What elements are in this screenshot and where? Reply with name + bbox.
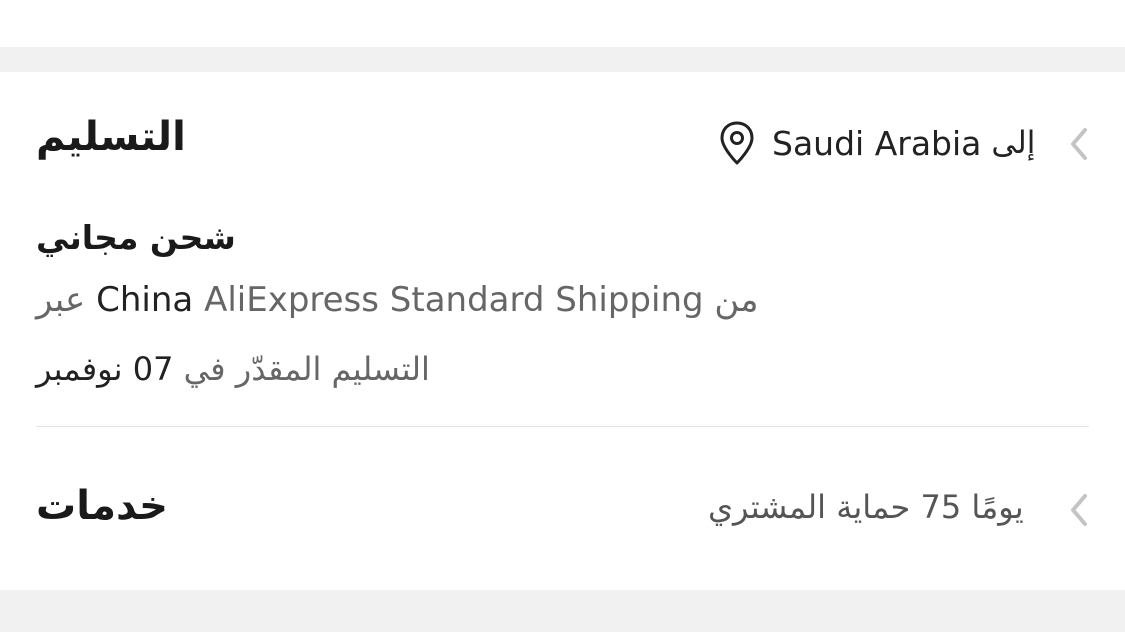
section-separator [0, 590, 1125, 632]
from-label: من [714, 280, 759, 320]
destination-prefix: إلى [991, 125, 1036, 161]
buyer-protection[interactable]: يومًا 75 حماية المشتري [708, 488, 1024, 526]
chevron-left-icon[interactable] [1068, 126, 1090, 162]
estimate-month: نوفمبر [36, 350, 123, 388]
via-label: عبر [36, 280, 86, 320]
chevron-left-icon[interactable] [1068, 492, 1090, 528]
destination-country: Saudi Arabia [772, 123, 982, 163]
estimate-day: 07 [132, 350, 174, 388]
shipping-method-line: عبر China AliExpress Standard Shipping م… [36, 280, 759, 320]
estimate-label: التسليم المقدّر في [183, 350, 430, 388]
services-title: خدمات [36, 483, 168, 529]
protection-prefix: حماية المشتري [708, 488, 911, 526]
divider [36, 426, 1089, 427]
protection-days: 75 [920, 488, 962, 526]
location-pin-icon [720, 121, 754, 165]
destination-selector[interactable]: Saudi Arabia إلى [718, 118, 1035, 168]
product-detail-page: التسليم Saudi Arabia إلى شحن مجاني عبر C… [0, 0, 1125, 632]
protection-suffix: يومًا [971, 488, 1024, 526]
carrier-name: AliExpress Standard Shipping [204, 280, 704, 320]
section-separator [0, 47, 1125, 72]
origin-country: China [96, 280, 194, 320]
free-shipping-label: شحن مجاني [36, 218, 236, 257]
estimated-delivery-line: التسليم المقدّر في 07 نوفمبر [36, 350, 430, 388]
delivery-title: التسليم [36, 114, 186, 160]
